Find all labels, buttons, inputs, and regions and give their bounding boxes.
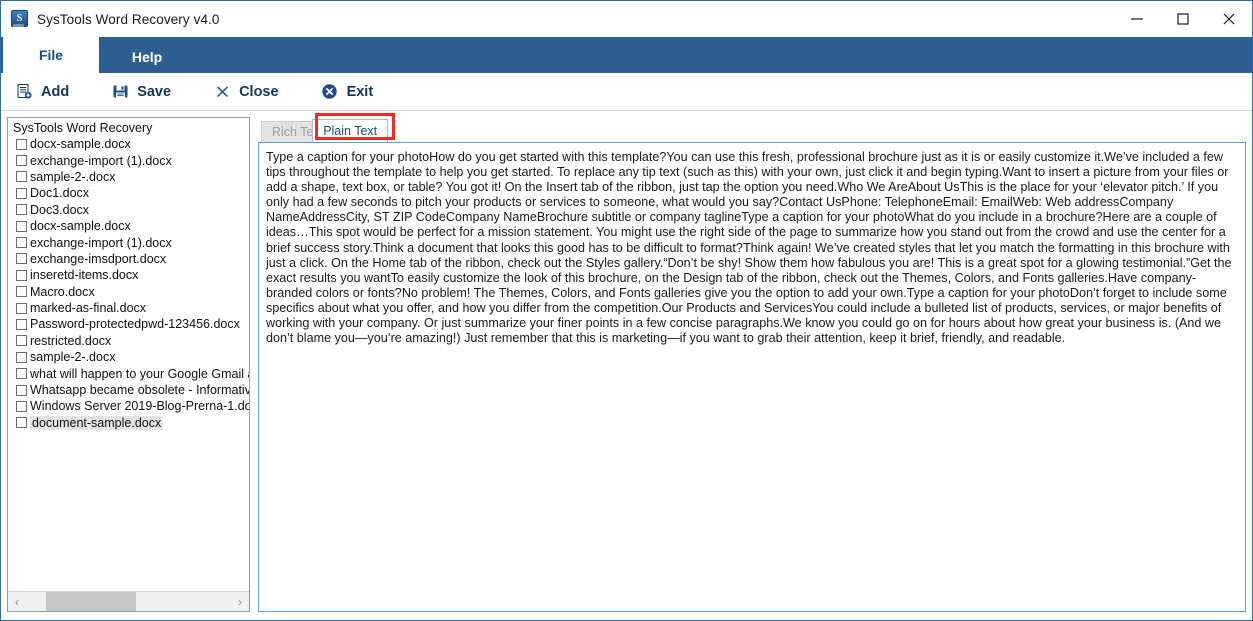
file-checkbox[interactable] [16,138,27,150]
add-button-label: Add [41,83,70,100]
tab-plain-text[interactable]: Plain Text [312,119,389,142]
save-button-label: Save [137,83,172,100]
file-checkbox[interactable] [16,335,27,347]
file-checkbox[interactable] [16,171,27,183]
list-item[interactable]: Password-protectedpwd-123456.docx [8,316,249,332]
list-item[interactable]: Doc1.docx [8,185,249,201]
file-checkbox[interactable] [16,384,27,396]
file-name-label: what will happen to your Google Gmail ac… [30,366,249,381]
minimize-icon [1131,18,1143,20]
close-file-button-label: Close [239,83,279,100]
list-item[interactable]: Windows Server 2019-Blog-Prerna-1.docx [8,398,249,414]
save-button[interactable]: Save [111,77,171,107]
file-checkbox[interactable] [16,286,27,298]
main-content: SysTools Word Recovery docx-sample.docx e… [1,111,1252,620]
file-name-label: Whatsapp became obsolete - Informative.d… [30,383,249,398]
file-name-label: Macro.docx [30,284,95,299]
file-list[interactable]: SysTools Word Recovery docx-sample.docx e… [8,118,249,591]
file-checkbox[interactable] [16,417,27,429]
file-name-label: restricted.docx [30,333,112,348]
file-list-items: docx-sample.docx exchange-import (1).docx… [8,136,249,431]
document-add-icon [15,83,33,101]
list-item[interactable]: document-sample.docx [8,415,249,431]
list-item[interactable]: Macro.docx [8,284,249,300]
file-checkbox[interactable] [16,155,27,167]
circle-x-icon [321,83,339,101]
list-item[interactable]: marked-as-final.docx [8,300,249,316]
preview-panel: Rich Text Plain Text Type a caption for … [258,113,1246,612]
list-item[interactable]: inseretd-items.docx [8,267,249,283]
file-checkbox[interactable] [16,187,27,199]
exit-button-label: Exit [346,83,374,100]
file-name-label: exchange-import (1).docx [30,235,172,250]
exit-button[interactable]: Exit [321,77,374,107]
file-name-label: marked-as-final.docx [30,301,147,316]
list-item[interactable]: sample-2-.docx [8,169,249,185]
list-item[interactable]: exchange-import (1).docx [8,234,249,250]
file-list-horizontal-scrollbar[interactable]: ‹ › [8,591,249,611]
file-checkbox[interactable] [16,220,27,232]
file-checkbox[interactable] [16,351,27,363]
tab-plain-text-label: Plain Text [323,123,378,138]
scrollbar-thumb[interactable] [46,592,136,611]
file-checkbox[interactable] [16,368,27,380]
scrollbar-track[interactable] [26,592,231,611]
list-item[interactable]: exchange-imsdport.docx [8,251,249,267]
file-name-label: docx-sample.docx [30,219,131,234]
minimize-button[interactable] [1114,1,1160,37]
maximize-button[interactable] [1160,1,1206,37]
file-checkbox[interactable] [16,253,27,265]
list-item[interactable]: docx-sample.docx [8,218,249,234]
window-title: SysTools Word Recovery v4.0 [37,11,220,27]
chevron-left-icon[interactable]: ‹ [8,592,26,611]
application-window: S SysTools Word Recovery v4.0 File Help … [0,0,1253,621]
shield-s-icon: S [9,9,29,29]
file-name-label: inseretd-items.docx [30,268,139,283]
preview-tab-strip: Rich Text Plain Text [258,113,1246,142]
list-item[interactable]: what will happen to your Google Gmail ac… [8,365,249,381]
file-checkbox[interactable] [16,237,27,249]
maximize-icon [1177,13,1189,25]
close-icon [1223,13,1235,25]
file-name-label: docx-sample.docx [30,137,131,152]
list-item[interactable]: restricted.docx [8,333,249,349]
file-list-panel: SysTools Word Recovery docx-sample.docx e… [7,117,250,612]
window-controls [1114,1,1252,37]
file-name-label: document-sample.docx [30,415,164,430]
toolbar: Add Save Close Exit [1,73,1252,111]
file-checkbox[interactable] [16,269,27,281]
file-checkbox[interactable] [16,204,27,216]
file-name-label: exchange-import (1).docx [30,153,172,168]
tab-file[interactable]: File [3,37,99,73]
list-item[interactable]: Doc3.docx [8,202,249,218]
document-text: Type a caption for your photoHow do you … [266,150,1232,346]
title-bar: S SysTools Word Recovery v4.0 [1,1,1252,37]
list-item[interactable]: Whatsapp became obsolete - Informative.d… [8,382,249,398]
file-checkbox[interactable] [16,302,27,314]
file-name-label: Windows Server 2019-Blog-Prerna-1.docx [30,399,249,414]
list-item[interactable]: exchange-import (1).docx [8,152,249,168]
list-item[interactable]: sample-2-.docx [8,349,249,365]
file-name-label: Doc1.docx [30,186,90,201]
file-name-label: sample-2-.docx [30,169,116,184]
plain-text-viewer[interactable]: Type a caption for your photoHow do you … [258,142,1246,612]
add-button[interactable]: Add [15,77,69,107]
tab-help[interactable]: Help [99,41,195,73]
floppy-disk-icon [111,83,129,101]
tab-file-label: File [38,47,64,63]
x-mark-icon [213,83,231,101]
ribbon-tab-strip: File Help [1,37,1252,73]
file-list-root-label: SysTools Word Recovery [13,121,153,135]
file-name-label: Password-protectedpwd-123456.docx [30,317,240,332]
close-file-button[interactable]: Close [213,77,279,107]
close-button[interactable] [1206,1,1252,37]
file-name-label: sample-2-.docx [30,350,116,365]
chevron-right-icon[interactable]: › [231,592,249,611]
file-name-label: Doc3.docx [30,202,90,217]
list-item[interactable]: docx-sample.docx [8,136,249,152]
tab-help-label: Help [131,49,163,65]
file-name-label: exchange-imsdport.docx [30,251,167,266]
file-checkbox[interactable] [16,400,27,412]
file-checkbox[interactable] [16,318,27,330]
